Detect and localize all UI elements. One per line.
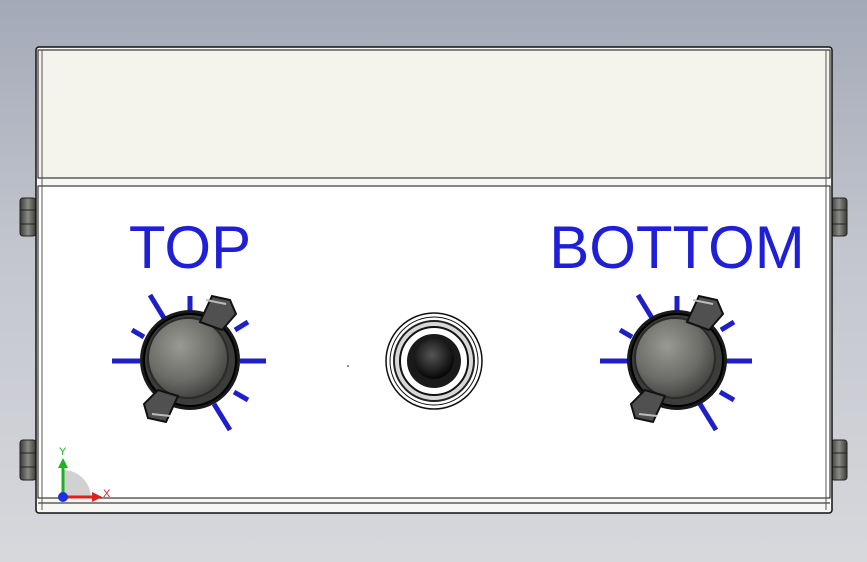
axis-y-label: Y <box>59 446 67 458</box>
hex-nut-right-top <box>830 197 848 237</box>
label-top: TOP <box>129 214 251 281</box>
label-bottom: BOTTOM <box>549 214 805 281</box>
center-dot <box>347 365 349 367</box>
hex-nut-right-bottom <box>830 439 848 481</box>
cad-viewport: TOP BOTTOM Y X <box>0 0 867 562</box>
audio-jack-icon[interactable] <box>385 312 483 410</box>
axis-x-label: X <box>103 488 111 500</box>
hex-nut-left-top <box>19 197 37 237</box>
enclosure-model: TOP BOTTOM Y X <box>19 46 848 514</box>
hex-nut-left-bottom <box>19 439 37 481</box>
